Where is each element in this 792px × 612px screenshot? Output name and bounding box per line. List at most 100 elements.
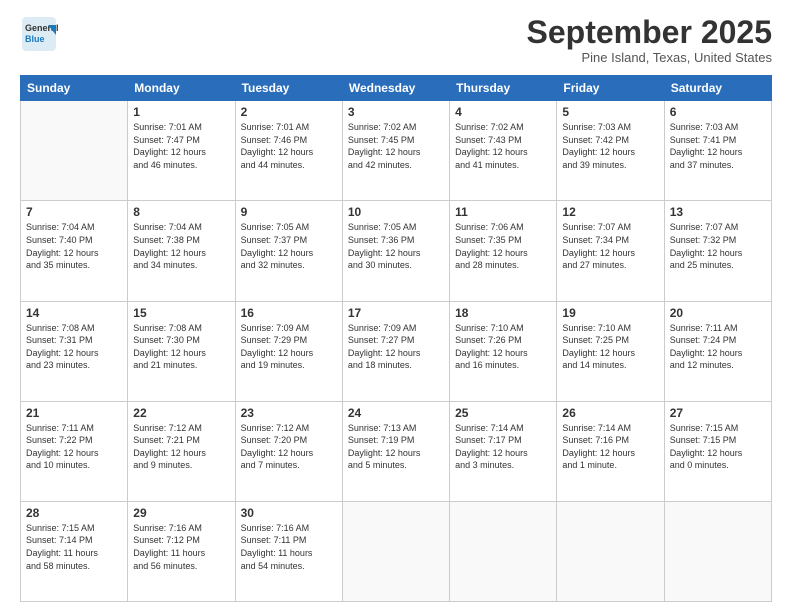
table-row: 18Sunrise: 7:10 AM Sunset: 7:26 PM Dayli… — [450, 301, 557, 401]
table-row: 9 Sunrise: 7:05 AM Sunset: 7:37 PM Daylig… — [235, 201, 342, 301]
day-info: Sunrise: 7:11 AM Sunset: 7:24 PM Dayligh… — [670, 322, 766, 372]
day-info: Sunrise: 7:15 AM Sunset: 7:14 PM Dayligh… — [26, 522, 122, 572]
location: Pine Island, Texas, United States — [527, 50, 772, 65]
calendar-week-row: 14 Sunrise: 7:08 AM Sunset: 7:31 PM Dayli… — [21, 301, 772, 401]
table-row: 2Sunrise: 7:01 AM Sunset: 7:46 PM Daylig… — [235, 101, 342, 201]
day-number: 6 — [670, 105, 766, 119]
day-info: Sunrise: 7:14 AM Sunset: 7:16 PM Dayligh… — [562, 422, 658, 472]
table-row: 16 Sunrise: 7:09 AM Sunset: 7:29 PM Dayli… — [235, 301, 342, 401]
table-row: 30 Sunrise: 7:16 AM Sunset: 7:11 PM Dayli… — [235, 501, 342, 601]
day-number: 1 — [133, 105, 229, 119]
header-monday: Monday — [128, 76, 235, 101]
table-row: 19 Sunrise: 7:10 AM Sunset: 7:25 PM Dayli… — [557, 301, 664, 401]
weekday-header-row: Sunday Monday Tuesday Wednesday Thursday… — [21, 76, 772, 101]
table-row: 26 Sunrise: 7:14 AM Sunset: 7:16 PM Dayli… — [557, 401, 664, 501]
header-wednesday: Wednesday — [342, 76, 449, 101]
day-info: Sunrise: 7:01 AM Sunset: 7:46 PM Dayligh… — [241, 121, 337, 171]
day-info: Sunrise: 7:10 AM Sunset: 7:25 PM Dayligh… — [562, 322, 658, 372]
day-info: Sunrise: 7:16 AM Sunset: 7:11 PM Dayligh… — [241, 522, 337, 572]
day-info: Sunrise: 7:08 AM Sunset: 7:31 PM Dayligh… — [26, 322, 122, 372]
header-friday: Friday — [557, 76, 664, 101]
day-number: 27 — [670, 406, 766, 420]
day-info: Sunrise: 7:11 AM Sunset: 7:22 PM Dayligh… — [26, 422, 122, 472]
calendar-week-row: 7Sunrise: 7:04 AM Sunset: 7:40 PM Daylig… — [21, 201, 772, 301]
table-row: 23 Sunrise: 7:12 AM Sunset: 7:20 PM Dayli… — [235, 401, 342, 501]
day-number: 15 — [133, 306, 229, 320]
table-row: 22 Sunrise: 7:12 AM Sunset: 7:21 PM Dayli… — [128, 401, 235, 501]
day-number: 19 — [562, 306, 658, 320]
day-number: 20 — [670, 306, 766, 320]
table-row: 14 Sunrise: 7:08 AM Sunset: 7:31 PM Dayli… — [21, 301, 128, 401]
day-number: 25 — [455, 406, 551, 420]
day-number: 16 — [241, 306, 337, 320]
day-number: 4 — [455, 105, 551, 119]
table-row — [450, 501, 557, 601]
day-number: 22 — [133, 406, 229, 420]
logo-icon: General Blue — [20, 15, 58, 53]
day-number: 17 — [348, 306, 444, 320]
header-thursday: Thursday — [450, 76, 557, 101]
table-row: 10 Sunrise: 7:05 AM Sunset: 7:36 PM Dayli… — [342, 201, 449, 301]
day-info: Sunrise: 7:04 AM Sunset: 7:38 PM Dayligh… — [133, 221, 229, 271]
day-info: Sunrise: 7:12 AM Sunset: 7:21 PM Dayligh… — [133, 422, 229, 472]
day-number: 26 — [562, 406, 658, 420]
day-info: Sunrise: 7:07 AM Sunset: 7:34 PM Dayligh… — [562, 221, 658, 271]
day-number: 9 — [241, 205, 337, 219]
table-row: 11Sunrise: 7:06 AM Sunset: 7:35 PM Dayli… — [450, 201, 557, 301]
day-info: Sunrise: 7:04 AM Sunset: 7:40 PM Dayligh… — [26, 221, 122, 271]
day-number: 18 — [455, 306, 551, 320]
table-row — [557, 501, 664, 601]
table-row: 28 Sunrise: 7:15 AM Sunset: 7:14 PM Dayli… — [21, 501, 128, 601]
day-info: Sunrise: 7:14 AM Sunset: 7:17 PM Dayligh… — [455, 422, 551, 472]
calendar-table: Sunday Monday Tuesday Wednesday Thursday… — [20, 75, 772, 602]
day-number: 12 — [562, 205, 658, 219]
table-row: 13Sunrise: 7:07 AM Sunset: 7:32 PM Dayli… — [664, 201, 771, 301]
table-row: 6Sunrise: 7:03 AM Sunset: 7:41 PM Daylig… — [664, 101, 771, 201]
day-info: Sunrise: 7:05 AM Sunset: 7:36 PM Dayligh… — [348, 221, 444, 271]
table-row — [21, 101, 128, 201]
day-number: 10 — [348, 205, 444, 219]
day-number: 30 — [241, 506, 337, 520]
title-block: September 2025 Pine Island, Texas, Unite… — [527, 15, 772, 65]
table-row: 5 Sunrise: 7:03 AM Sunset: 7:42 PM Daylig… — [557, 101, 664, 201]
day-info: Sunrise: 7:02 AM Sunset: 7:45 PM Dayligh… — [348, 121, 444, 171]
table-row: 21 Sunrise: 7:11 AM Sunset: 7:22 PM Dayli… — [21, 401, 128, 501]
table-row: 8 Sunrise: 7:04 AM Sunset: 7:38 PM Daylig… — [128, 201, 235, 301]
table-row: 7Sunrise: 7:04 AM Sunset: 7:40 PM Daylig… — [21, 201, 128, 301]
table-row: 1 Sunrise: 7:01 AM Sunset: 7:47 PM Daylig… — [128, 101, 235, 201]
day-info: Sunrise: 7:08 AM Sunset: 7:30 PM Dayligh… — [133, 322, 229, 372]
table-row: 25 Sunrise: 7:14 AM Sunset: 7:17 PM Dayli… — [450, 401, 557, 501]
day-info: Sunrise: 7:09 AM Sunset: 7:27 PM Dayligh… — [348, 322, 444, 372]
header-sunday: Sunday — [21, 76, 128, 101]
day-info: Sunrise: 7:13 AM Sunset: 7:19 PM Dayligh… — [348, 422, 444, 472]
table-row — [664, 501, 771, 601]
day-info: Sunrise: 7:06 AM Sunset: 7:35 PM Dayligh… — [455, 221, 551, 271]
day-info: Sunrise: 7:01 AM Sunset: 7:47 PM Dayligh… — [133, 121, 229, 171]
table-row: 3Sunrise: 7:02 AM Sunset: 7:45 PM Daylig… — [342, 101, 449, 201]
day-info: Sunrise: 7:07 AM Sunset: 7:32 PM Dayligh… — [670, 221, 766, 271]
calendar-week-row: 1 Sunrise: 7:01 AM Sunset: 7:47 PM Daylig… — [21, 101, 772, 201]
day-info: Sunrise: 7:09 AM Sunset: 7:29 PM Dayligh… — [241, 322, 337, 372]
logo: General Blue — [20, 15, 58, 53]
table-row: 12 Sunrise: 7:07 AM Sunset: 7:34 PM Dayli… — [557, 201, 664, 301]
calendar-week-row: 21 Sunrise: 7:11 AM Sunset: 7:22 PM Dayli… — [21, 401, 772, 501]
day-number: 28 — [26, 506, 122, 520]
page: General Blue September 2025 Pine Island,… — [0, 0, 792, 612]
day-number: 21 — [26, 406, 122, 420]
header-saturday: Saturday — [664, 76, 771, 101]
day-number: 8 — [133, 205, 229, 219]
day-number: 24 — [348, 406, 444, 420]
table-row: 17 Sunrise: 7:09 AM Sunset: 7:27 PM Dayli… — [342, 301, 449, 401]
day-number: 5 — [562, 105, 658, 119]
header-tuesday: Tuesday — [235, 76, 342, 101]
day-number: 23 — [241, 406, 337, 420]
header: General Blue September 2025 Pine Island,… — [20, 15, 772, 65]
day-info: Sunrise: 7:16 AM Sunset: 7:12 PM Dayligh… — [133, 522, 229, 572]
day-info: Sunrise: 7:05 AM Sunset: 7:37 PM Dayligh… — [241, 221, 337, 271]
day-info: Sunrise: 7:02 AM Sunset: 7:43 PM Dayligh… — [455, 121, 551, 171]
day-info: Sunrise: 7:12 AM Sunset: 7:20 PM Dayligh… — [241, 422, 337, 472]
month-title: September 2025 — [527, 15, 772, 50]
day-number: 14 — [26, 306, 122, 320]
day-info: Sunrise: 7:15 AM Sunset: 7:15 PM Dayligh… — [670, 422, 766, 472]
day-info: Sunrise: 7:03 AM Sunset: 7:42 PM Dayligh… — [562, 121, 658, 171]
